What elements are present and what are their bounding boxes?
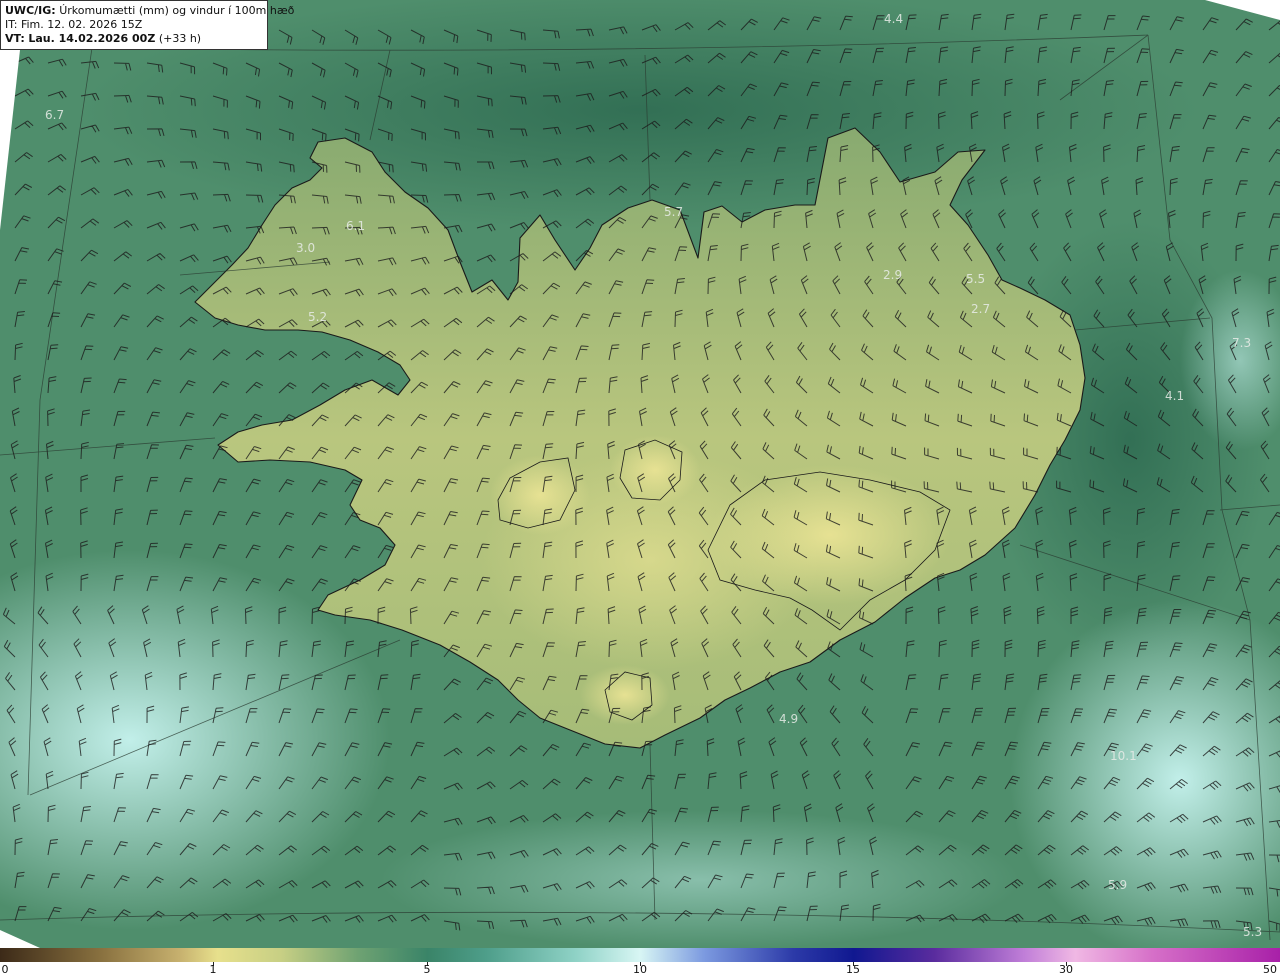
valid-time-row: VT: Lau. 14.02.2026 00Z (+33 h) [5, 32, 263, 46]
colorbar-label: 1 [209, 963, 217, 976]
map-label: 3.0 [296, 241, 315, 255]
colorbar-label: 0 [1, 963, 9, 976]
model-name: UWC/IG: [5, 4, 56, 17]
colorbar: 0 1 5 10 15 30 50 [0, 948, 1280, 978]
init-time: IT: Fim. 12. 02. 2026 15Z [5, 18, 143, 31]
map-label: 7.3 [1232, 336, 1251, 350]
map-label: 4.9 [779, 712, 798, 726]
colorbar-strip [0, 948, 1280, 962]
colorbar-label: 30 [1059, 963, 1073, 976]
valid-time-value: Lau. 14.02.2026 00Z [28, 32, 156, 45]
map-label: 5.3 [1243, 925, 1262, 939]
product-description: Úrkomumætti (mm) og vindur í 100m hæð [59, 4, 295, 17]
colorbar-label: 10 [633, 963, 647, 976]
valid-time-prefix: VT: [5, 32, 25, 45]
map-label: 4.4 [884, 12, 903, 26]
colorbar-label: 5 [423, 963, 431, 976]
sea-cyan-south [380, 810, 1020, 948]
map-label: 6.7 [45, 108, 64, 122]
map-label: 2.7 [971, 302, 990, 316]
map-label: 5.2 [308, 310, 327, 324]
map-label: 10.1 [1110, 749, 1137, 763]
title-row: UWC/IG: Úrkomumætti (mm) og vindur í 100… [5, 4, 294, 18]
central-highland [480, 450, 820, 670]
forecast-info-box: UWC/IG: Úrkomumætti (mm) og vindur í 100… [0, 0, 294, 50]
map-label: 5.7 [664, 205, 683, 219]
colorbar-label: 15 [846, 963, 860, 976]
map-label: 6.1 [346, 219, 365, 233]
glacier-myrdalsjokull [580, 665, 670, 725]
map-label: 2.9 [883, 268, 902, 282]
colorbar-label: 50 [1263, 963, 1277, 976]
map-label: 5.9 [1108, 878, 1127, 892]
lead-time: (+33 h) [158, 32, 202, 45]
precipitation-wind-map: 4.4 6.7 6.1 3.0 5.2 5.7 2.9 5.5 2.7 7.3 … [0, 0, 1280, 948]
map-label: 4.1 [1165, 389, 1184, 403]
map-label: 5.5 [966, 272, 985, 286]
